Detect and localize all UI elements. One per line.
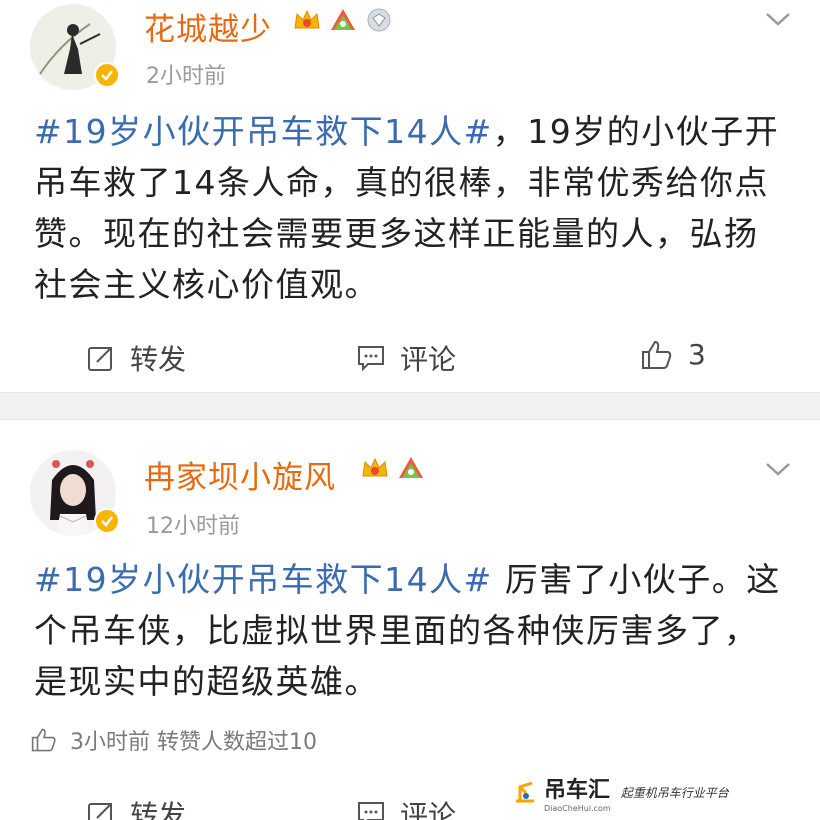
avatar[interactable] (30, 4, 120, 90)
verified-icon (94, 62, 120, 88)
repost-meta-text: 3小时前 转赞人数超过10 (70, 730, 317, 755)
like-count: 3 (688, 338, 706, 371)
like-icon (31, 728, 56, 752)
crane-logo-icon (516, 781, 534, 803)
watermark-logo: 吊车汇 (544, 777, 611, 803)
username[interactable]: 冉家坝小旋风 (144, 452, 336, 497)
like-button[interactable]: 3 (640, 338, 706, 371)
repost-meta: 3小时前 转赞人数超过10 (30, 724, 317, 756)
watermark-site: DiaoCheHui.com (544, 803, 611, 813)
comment-icon (358, 346, 384, 372)
topic-link[interactable]: #19岁小伙开吊车救下14人# (34, 560, 493, 599)
action-bar: 转发 评论 3 (0, 326, 820, 386)
post-time: 12小时前 (146, 514, 240, 539)
comment-label: 评论 (400, 343, 457, 376)
post-card-1: 花城越少 2小时前 #19岁小伙开吊车救下14人#，19岁的小伙子开吊车救了14… (0, 0, 820, 392)
fan-badge-icon[interactable] (396, 454, 426, 482)
comment-button[interactable]: 评论 (356, 338, 456, 378)
post-separator (0, 392, 820, 420)
watermark-slogan: 起重机吊车行业平台 (620, 785, 729, 800)
comment-label: 评论 (400, 799, 457, 820)
repost-icon (88, 803, 112, 820)
comment-icon (358, 802, 384, 820)
post-time: 2小时前 (146, 64, 226, 89)
watermark: 吊车汇 DiaoCheHui.com 起重机吊车行业平台 (512, 772, 802, 813)
repost-button[interactable]: 转发 (86, 338, 186, 378)
verified-icon (94, 508, 120, 534)
topic-link[interactable]: #19岁小伙开吊车救下14人# (34, 112, 493, 151)
comment-button[interactable]: 评论 (356, 794, 456, 820)
repost-label: 转发 (130, 799, 187, 820)
diamond-icon[interactable] (364, 6, 394, 34)
fan-badge-icon[interactable] (328, 6, 358, 34)
chevron-down-icon[interactable] (764, 460, 792, 478)
avatar[interactable] (30, 450, 120, 536)
username[interactable]: 花城越少 (144, 4, 272, 49)
like-icon (642, 340, 672, 369)
chevron-down-icon[interactable] (764, 10, 792, 28)
vip-crown-icon[interactable] (360, 454, 390, 482)
post-card-2: 冉家坝小旋风 12小时前 #19岁小伙开吊车救下14人# 厉害了小伙子。这个吊车… (0, 420, 820, 820)
vip-crown-icon[interactable] (292, 6, 322, 34)
repost-label: 转发 (130, 343, 187, 376)
post-text: #19岁小伙开吊车救下14人#，19岁的小伙子开吊车救了14条人命，真的很棒，非… (34, 106, 784, 310)
repost-button[interactable]: 转发 (86, 794, 186, 820)
repost-icon (88, 347, 112, 371)
post-text: #19岁小伙开吊车救下14人# 厉害了小伙子。这个吊车侠，比虚拟世界里面的各种侠… (34, 554, 784, 707)
